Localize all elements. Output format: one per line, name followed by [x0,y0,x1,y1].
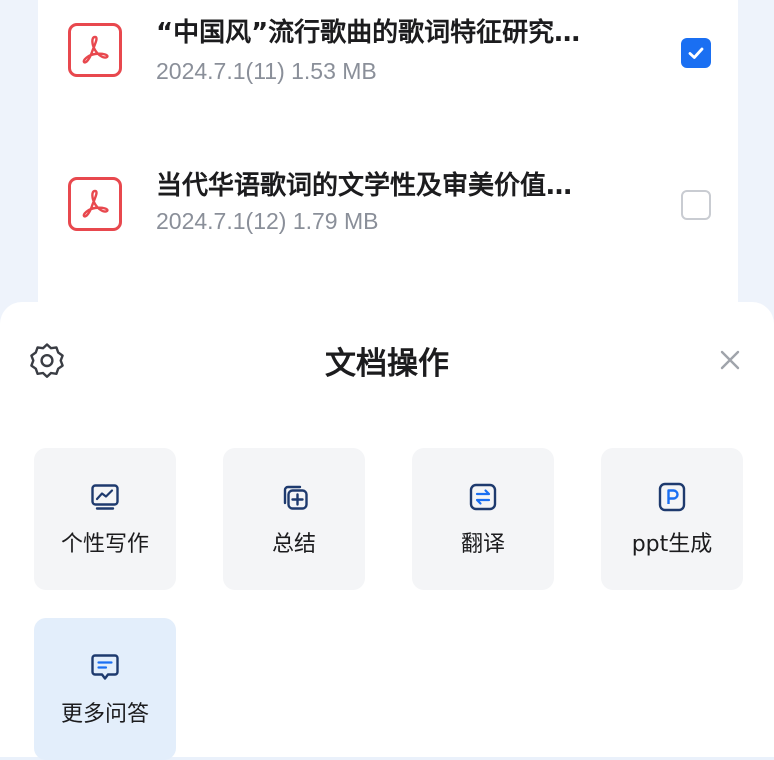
ppt-p-icon [656,481,688,513]
action-more-qa[interactable]: 更多问答 [34,618,176,760]
action-label: 个性写作 [60,532,149,557]
chat-bubble-icon [89,651,121,683]
file-meta: 2024.7.1(12) 1.79 MB [156,208,379,234]
action-label: 翻译 [460,532,505,557]
file-checkbox-unchecked[interactable] [681,190,711,220]
file-checkbox-checked[interactable] [681,38,711,68]
document-actions-sheet: 文档操作 个性写作 总结 翻译 ppt生成 更多问答 [0,302,774,760]
action-personal-writing[interactable]: 个性写作 [34,448,176,590]
stacked-add-icon [278,481,310,513]
chart-monitor-icon [89,481,121,513]
file-title: “中国风”流行歌曲的歌词特征研究… [156,18,581,48]
close-icon[interactable] [716,346,744,374]
file-item[interactable]: 当代华语歌词的文学性及审美价值… 2024.7.1(12) 1.79 MB [38,128,738,258]
action-label: 更多问答 [60,702,149,727]
file-title: 当代华语歌词的文学性及审美价值… [156,171,573,201]
file-list: “中国风”流行歌曲的歌词特征研究… 2024.7.1(11) 1.53 MB 当… [38,0,738,320]
pdf-icon [68,23,122,77]
file-meta: 2024.7.1(11) 1.53 MB [156,58,377,84]
pdf-icon [68,177,122,231]
action-summary[interactable]: 总结 [223,448,365,590]
action-ppt-generate[interactable]: ppt生成 [601,448,743,590]
sheet-title: 文档操作 [325,346,449,382]
file-item[interactable]: “中国风”流行歌曲的歌词特征研究… 2024.7.1(11) 1.53 MB [38,0,738,130]
swap-arrows-icon [467,481,499,513]
action-label: 总结 [271,532,316,557]
action-label: ppt生成 [631,532,713,557]
check-icon [688,47,704,59]
action-translate[interactable]: 翻译 [412,448,554,590]
